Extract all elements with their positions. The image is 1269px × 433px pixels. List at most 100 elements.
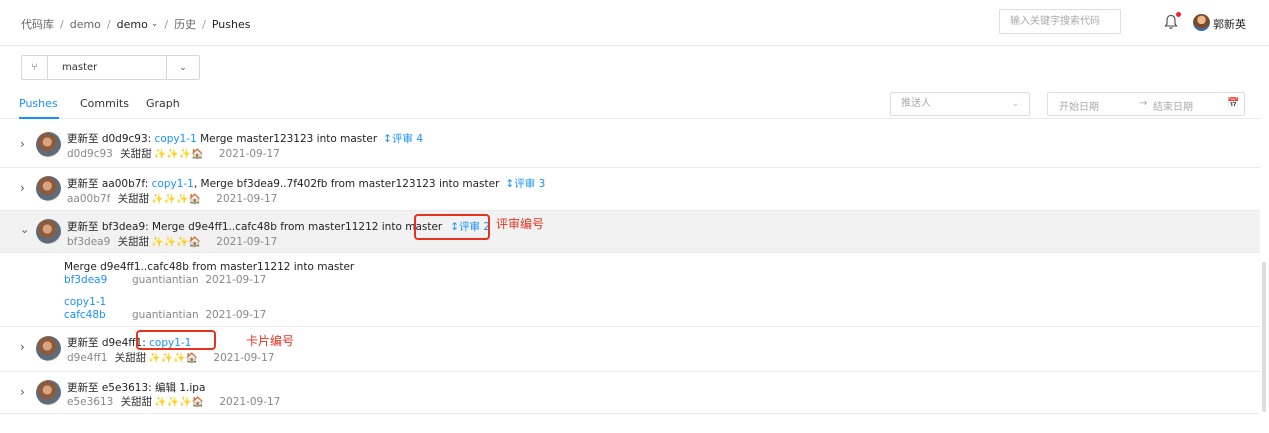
push-title: 更新至 aa00b7f: copy1-1, Merge bf3dea9..7f4…: [67, 176, 545, 191]
breadcrumb-project[interactable]: demo: [70, 18, 101, 31]
vertical-scrollbar[interactable]: [1262, 262, 1266, 412]
review-link[interactable]: ↕评审 3: [505, 178, 545, 190]
collapse-chevron-icon[interactable]: ⌄: [20, 223, 29, 236]
breadcrumb-separator: /: [60, 17, 64, 31]
push-date: 2021-09-17: [218, 148, 280, 160]
user-emojis: ✨✨✨🏠: [151, 237, 201, 248]
push-row[interactable]: › 更新至 e5e3613: 编辑 1.ipa e5e3613 关甜甜 ✨✨✨🏠 …: [0, 372, 1260, 414]
push-meta: d0d9c93 关甜甜 ✨✨✨🏠 2021-09-17: [67, 146, 280, 161]
breadcrumb-current: Pushes: [211, 17, 251, 31]
user-emojis: ✨✨✨🏠: [151, 194, 201, 205]
commit-author: guantiantian: [132, 309, 199, 321]
push-title-prefix: 更新至 aa00b7f:: [67, 178, 152, 190]
breadcrumb-separator: /: [202, 17, 206, 31]
breadcrumb-separator: /: [106, 17, 111, 31]
push-user: 关甜甜: [117, 193, 150, 205]
end-date-input[interactable]: 结束日期: [1153, 98, 1193, 113]
chevron-down-icon[interactable]: ⌄: [151, 19, 159, 29]
tab-pushes[interactable]: Pushes: [19, 97, 58, 110]
push-row[interactable]: › 更新至 d0d9c93: copy1-1 Merge master12312…: [0, 124, 1260, 168]
push-title-rest: , Merge bf3dea9..7f402fb from master1231…: [193, 178, 500, 190]
review-number-annotation: 评审编号: [496, 217, 545, 231]
code-search-input[interactable]: 输入关键字搜索代码: [999, 9, 1121, 34]
review-number-highlight: [414, 214, 490, 240]
commit-sha-link[interactable]: cafc48b: [64, 309, 132, 321]
commit-list: Merge d9e4ff1..cafc48b from master11212 …: [0, 253, 1260, 327]
push-user: 关甜甜: [120, 396, 153, 408]
avatar: [36, 336, 61, 361]
push-row-expanded[interactable]: ⌄ 更新至 bf3dea9: Merge d9e4ff1..cafc48b fr…: [0, 211, 1260, 253]
card-link[interactable]: copy1-1: [152, 178, 194, 190]
avatar: [36, 132, 61, 157]
push-date: 2021-09-17: [213, 352, 275, 364]
push-meta: e5e3613 关甜甜 ✨✨✨🏠 2021-09-17: [67, 394, 280, 409]
pusher-placeholder: 推送人: [901, 98, 931, 109]
user-emojis: ✨✨✨🏠: [153, 149, 204, 160]
commit-author: guantiantian: [132, 274, 199, 286]
commit-message: Merge d9e4ff1..cafc48b from master11212 …: [64, 261, 355, 273]
commit-date: 2021-09-17: [205, 274, 267, 286]
commit-meta: bf3dea9 guantiantian 2021-09-17: [64, 274, 266, 286]
push-sha: bf3dea9: [67, 236, 111, 248]
expand-chevron-icon[interactable]: ›: [20, 340, 25, 354]
top-header: 代码库 / demo / demo ⌄ / 历史 / Pushes 输入关键字搜…: [0, 0, 1269, 46]
avatar: [36, 219, 61, 244]
review-label: 评审 4: [391, 133, 424, 145]
push-title: 更新至 e5e3613: 编辑 1.ipa: [67, 380, 205, 395]
commit-sha-link[interactable]: bf3dea9: [64, 274, 132, 286]
commit-message-link[interactable]: copy1-1: [64, 296, 106, 308]
avatar: [36, 380, 61, 405]
tab-commits[interactable]: Commits: [80, 97, 129, 110]
notification-dot: [1176, 12, 1181, 17]
calendar-icon: 📅: [1227, 98, 1240, 109]
push-row[interactable]: › 更新至 aa00b7f: copy1-1, Merge bf3dea9..7…: [0, 168, 1260, 211]
chevron-down-icon: ⌄: [1011, 99, 1019, 109]
push-user: 关甜甜: [114, 352, 147, 364]
avatar: [36, 176, 61, 201]
branch-name: master: [62, 62, 98, 73]
breadcrumb-repos[interactable]: 代码库: [21, 16, 54, 32]
push-title: 更新至 d0d9c93: copy1-1 Merge master123123 …: [67, 131, 423, 146]
card-link[interactable]: copy1-1: [155, 133, 197, 145]
push-date: 2021-09-17: [216, 193, 278, 205]
push-date: 2021-09-17: [219, 396, 281, 408]
date-range-picker[interactable]: 开始日期 → 结束日期 📅: [1047, 92, 1245, 116]
push-date: 2021-09-17: [216, 236, 278, 248]
user-emojis: ✨✨✨🏠: [148, 353, 199, 364]
push-meta: bf3dea9 关甜甜 ✨✨✨🏠 2021-09-17: [67, 234, 277, 249]
push-sha: d9e4ff1: [67, 352, 108, 364]
card-number-annotation: 卡片编号: [246, 334, 295, 348]
commit-date: 2021-09-17: [205, 309, 267, 321]
commit-meta: cafc48b guantiantian 2021-09-17: [64, 309, 266, 321]
push-user: 关甜甜: [117, 236, 150, 248]
card-number-highlight: [136, 330, 216, 350]
push-meta: d9e4ff1 关甜甜 ✨✨✨🏠 2021-09-17: [67, 350, 274, 365]
push-title-prefix: 更新至 e5e3613: 编辑 1.ipa: [67, 382, 206, 394]
branch-selector[interactable]: ⑂ master ⌄: [21, 55, 200, 80]
review-label: 评审 3: [514, 178, 546, 190]
date-arrow: →: [1139, 98, 1148, 109]
expand-chevron-icon[interactable]: ›: [20, 385, 25, 399]
push-sha: aa00b7f: [67, 193, 111, 205]
user-name[interactable]: 郭新英: [1213, 16, 1246, 32]
expand-chevron-icon[interactable]: ›: [20, 181, 25, 195]
user-avatar[interactable]: [1193, 14, 1210, 31]
pusher-select[interactable]: 推送人 ⌄: [890, 92, 1030, 116]
push-sha: e5e3613: [67, 396, 114, 408]
breadcrumb-separator: /: [164, 17, 169, 31]
expand-chevron-icon[interactable]: ›: [20, 137, 25, 151]
push-meta: aa00b7f 关甜甜 ✨✨✨🏠 2021-09-17: [67, 191, 277, 206]
push-user: 关甜甜: [120, 148, 152, 160]
push-sha: d0d9c93: [67, 148, 113, 160]
push-title-prefix: 更新至 bf3dea9: Merge d9e4ff1..cafc48b from…: [67, 221, 443, 233]
breadcrumb: 代码库 / demo / demo ⌄ / 历史 / Pushes: [21, 16, 250, 32]
push-title-prefix: 更新至 d0d9c93:: [67, 133, 155, 145]
review-link[interactable]: ↕评审 4: [383, 133, 423, 145]
tab-graph[interactable]: Graph: [146, 97, 180, 110]
user-emojis: ✨✨✨🏠: [154, 397, 204, 408]
chevron-down-icon[interactable]: ⌄: [166, 56, 199, 79]
push-title-rest: Merge master123123 into master: [196, 133, 378, 145]
breadcrumb-history[interactable]: 历史: [174, 16, 196, 32]
start-date-input[interactable]: 开始日期: [1059, 98, 1099, 113]
breadcrumb-repo[interactable]: demo: [117, 18, 148, 31]
